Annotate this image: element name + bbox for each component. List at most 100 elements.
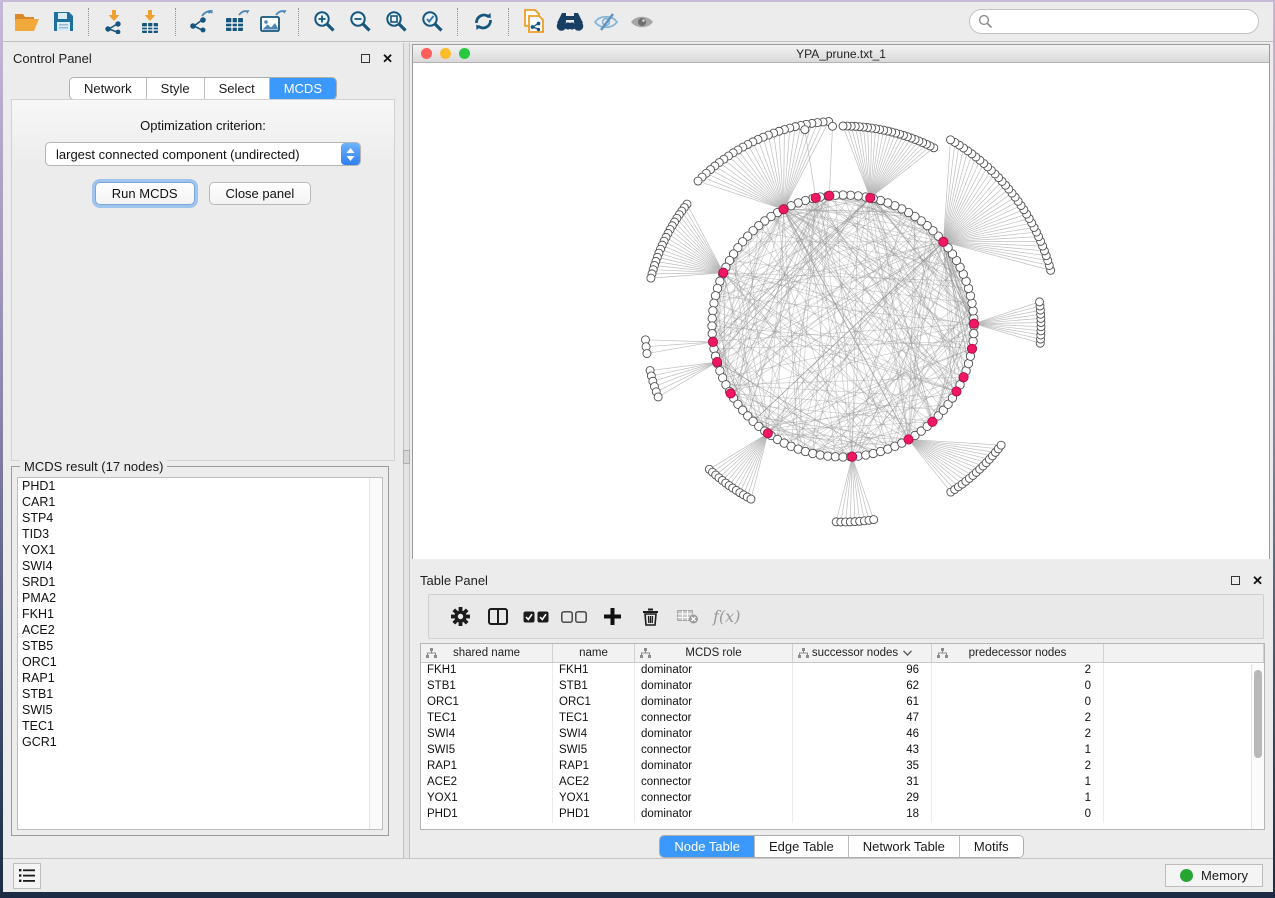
- table-cell: 0: [932, 679, 1104, 695]
- function-builder-icon[interactable]: f(x): [713, 607, 740, 626]
- table-scrollbar[interactable]: [1251, 664, 1264, 829]
- tab-mcds[interactable]: MCDS: [270, 78, 336, 99]
- mcds-tab-content: Optimization criterion: largest connecte…: [11, 99, 395, 461]
- mcds-result-item[interactable]: PMA2: [18, 590, 382, 606]
- table-settings-gear-icon[interactable]: [441, 599, 479, 635]
- table-row[interactable]: TEC1TEC1connector472: [421, 711, 1264, 727]
- refresh-layout-icon[interactable]: [465, 6, 501, 38]
- delete-table-icon[interactable]: [669, 599, 707, 635]
- export-image-icon[interactable]: [255, 6, 291, 38]
- mcds-result-item[interactable]: TID3: [18, 526, 382, 542]
- table-cell: 1: [932, 775, 1104, 791]
- mcds-result-item[interactable]: STP4: [18, 510, 382, 526]
- table-cell: SWI5: [553, 743, 635, 759]
- mcds-result-item[interactable]: YOX1: [18, 542, 382, 558]
- control-panel-tabs: NetworkStyleSelectMCDS: [69, 77, 337, 100]
- tab-network[interactable]: Network: [70, 78, 147, 99]
- zoom-out-icon[interactable]: [342, 6, 378, 38]
- first-neighbors-icon[interactable]: [552, 6, 588, 38]
- column-header-MCDS-role[interactable]: MCDS role: [635, 644, 793, 662]
- memory-button[interactable]: Memory: [1165, 864, 1263, 887]
- save-session-icon[interactable]: [45, 6, 81, 38]
- mcds-result-item[interactable]: SRD1: [18, 574, 382, 590]
- float-panel-icon[interactable]: [361, 54, 370, 63]
- clone-network-icon[interactable]: [516, 6, 552, 38]
- mcds-result-item[interactable]: TEC1: [18, 718, 382, 734]
- vertical-split-handle[interactable]: [403, 450, 410, 464]
- mcds-result-item[interactable]: STB5: [18, 638, 382, 654]
- table-scrollbar-thumb[interactable]: [1254, 670, 1262, 758]
- table-row[interactable]: ACE2ACE2connector311: [421, 775, 1264, 791]
- mcds-result-item[interactable]: ORC1: [18, 654, 382, 670]
- tab-node-table[interactable]: Node Table: [660, 836, 755, 857]
- desktop: Control Panel ✕ NetworkStyleSelectMCDS O…: [0, 0, 1275, 898]
- optimization-criterion-select[interactable]: largest connected component (undirected): [45, 142, 361, 166]
- table-cell: TEC1: [421, 711, 553, 727]
- node-table: shared namenameMCDS rolesuccessor nodesp…: [420, 643, 1265, 830]
- mcds-result-item[interactable]: CAR1: [18, 494, 382, 510]
- task-history-button[interactable]: [13, 863, 41, 889]
- table-row[interactable]: YOX1YOX1connector291: [421, 791, 1264, 807]
- table-cell: YOX1: [553, 791, 635, 807]
- tab-network-table[interactable]: Network Table: [849, 836, 960, 857]
- mcds-result-item[interactable]: FKH1: [18, 606, 382, 622]
- close-panel-button[interactable]: Close panel: [209, 182, 312, 205]
- table-cell: dominator: [635, 679, 793, 695]
- open-file-icon[interactable]: [9, 6, 45, 38]
- table-cell: ACE2: [421, 775, 553, 791]
- import-table-icon[interactable]: [132, 6, 168, 38]
- mcds-list-scrollbar[interactable]: [369, 478, 382, 829]
- column-header-successor-nodes[interactable]: successor nodes: [793, 644, 932, 662]
- table-row[interactable]: SWI4SWI4dominator462: [421, 727, 1264, 743]
- run-mcds-button[interactable]: Run MCDS: [95, 182, 195, 205]
- add-column-icon[interactable]: [593, 599, 631, 635]
- column-header-name[interactable]: name: [553, 644, 635, 662]
- export-table-icon[interactable]: [219, 6, 255, 38]
- table-row[interactable]: ORC1ORC1dominator610: [421, 695, 1264, 711]
- tab-select[interactable]: Select: [205, 78, 270, 99]
- tab-motifs[interactable]: Motifs: [960, 836, 1023, 857]
- table-cell: SWI4: [553, 727, 635, 743]
- delete-column-trash-icon[interactable]: [631, 599, 669, 635]
- zoom-in-icon[interactable]: [306, 6, 342, 38]
- column-header-predecessor-nodes[interactable]: predecessor nodes: [932, 644, 1104, 662]
- search-input[interactable]: [969, 9, 1259, 34]
- select-all-icon[interactable]: [517, 599, 555, 635]
- close-panel-icon[interactable]: ✕: [382, 52, 393, 65]
- mcds-result-title: MCDS result (17 nodes): [20, 459, 167, 474]
- mcds-result-item[interactable]: PHD1: [18, 478, 382, 494]
- table-row[interactable]: SWI5SWI5connector431: [421, 743, 1264, 759]
- mcds-result-item[interactable]: GCR1: [18, 734, 382, 750]
- mcds-result-item[interactable]: ACE2: [18, 622, 382, 638]
- show-all-icon[interactable]: [624, 6, 660, 38]
- table-cell: connector: [635, 711, 793, 727]
- mcds-result-item[interactable]: SWI5: [18, 702, 382, 718]
- hide-selected-icon[interactable]: [588, 6, 624, 38]
- vertical-split-divider[interactable]: [403, 43, 410, 858]
- export-network-icon[interactable]: [183, 6, 219, 38]
- deselect-all-icon[interactable]: [555, 599, 593, 635]
- tab-edge-table[interactable]: Edge Table: [755, 836, 849, 857]
- import-network-icon[interactable]: [96, 6, 132, 38]
- table-cell: connector: [635, 791, 793, 807]
- table-row[interactable]: FKH1FKH1dominator962: [421, 663, 1264, 679]
- table-cell: 47: [793, 711, 932, 727]
- cytoscape-window: Control Panel ✕ NetworkStyleSelectMCDS O…: [3, 2, 1273, 892]
- zoom-selected-icon[interactable]: [414, 6, 450, 38]
- table-cell: 0: [932, 695, 1104, 711]
- table-cell: FKH1: [421, 663, 553, 679]
- zoom-fit-icon[interactable]: [378, 6, 414, 38]
- close-table-panel-icon[interactable]: ✕: [1252, 574, 1263, 587]
- mcds-result-item[interactable]: STB1: [18, 686, 382, 702]
- column-header-shared-name[interactable]: shared name: [421, 644, 553, 662]
- mcds-result-item[interactable]: RAP1: [18, 670, 382, 686]
- table-row[interactable]: PHD1PHD1dominator180: [421, 807, 1264, 823]
- float-table-panel-icon[interactable]: [1231, 576, 1240, 585]
- network-canvas[interactable]: [413, 64, 1269, 559]
- table-row[interactable]: STB1STB1dominator620: [421, 679, 1264, 695]
- show-column-panel-icon[interactable]: [479, 599, 517, 635]
- tab-style[interactable]: Style: [147, 78, 205, 99]
- network-window-titlebar[interactable]: YPA_prune.txt_1: [413, 45, 1269, 63]
- table-row[interactable]: RAP1RAP1dominator352: [421, 759, 1264, 775]
- mcds-result-item[interactable]: SWI4: [18, 558, 382, 574]
